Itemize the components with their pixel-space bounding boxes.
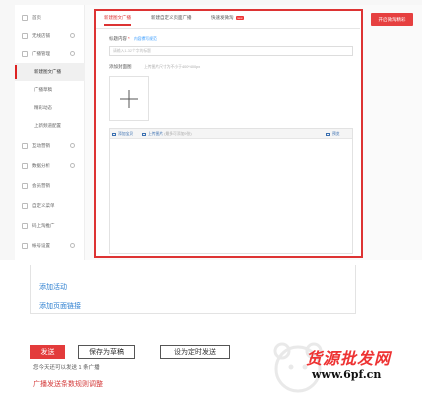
sidebar-item-wireless-store[interactable]: 无线店铺 xyxy=(15,27,85,45)
remaining-count-tip: 您今天还可以发送 1 条广播 xyxy=(33,365,100,371)
schedule-send-button[interactable]: 设为定时发送 xyxy=(160,345,230,359)
watermark-url: www.6pf.cn xyxy=(312,368,382,381)
expand-icon xyxy=(70,243,75,248)
sidebar-item-custom-menu[interactable]: 自定义菜单 xyxy=(15,197,85,215)
watermark: 货源批发网 www.6pf.cn xyxy=(250,335,422,400)
expand-icon xyxy=(70,33,75,38)
chart-icon xyxy=(22,163,28,169)
screenshot: 首页 无线店铺 广播管理 新建图文广播 广播草稿 精彩动态 上新频道配置 互动营… xyxy=(0,0,422,400)
account-icon xyxy=(22,243,28,249)
store-icon xyxy=(22,33,28,39)
upload-image-button[interactable]: 上传图片 (最多可添加9张) xyxy=(142,132,192,137)
editor-toolbar: 添加宝贝 上传图片 (最多可添加9张) 预览 xyxy=(110,129,352,139)
sidebar-item-interactive[interactable]: 互动营销 xyxy=(15,137,85,155)
open-weitao-button[interactable]: 开启微淘精彩 xyxy=(371,13,413,26)
broadcast-rule-link[interactable]: 广播发送条数规则调整 xyxy=(33,379,103,389)
broadcast-icon xyxy=(22,51,28,57)
add-page-link[interactable]: 添加页面链接 xyxy=(39,301,81,311)
send-button[interactable]: 发送 xyxy=(30,345,65,359)
add-product-button[interactable]: 添加宝贝 xyxy=(112,132,133,137)
editor-screenshot: 首页 无线店铺 广播管理 新建图文广播 广播草稿 精彩动态 上新频道配置 互动营… xyxy=(0,0,422,260)
sidebar-item-new-broadcast[interactable]: 新建图文广播 xyxy=(15,63,85,81)
home-icon xyxy=(22,15,28,21)
cover-label: 添加封面图 xyxy=(109,64,132,69)
image-icon xyxy=(142,132,146,137)
sidebar-item-drafts[interactable]: 广播草稿 xyxy=(15,81,85,99)
main-area: 新建图文广播 新建自定义页面广播 快速发微淘 new 标题内容* 内容撰写规范 请… xyxy=(85,5,422,260)
title-guideline-link[interactable]: 内容撰写规范 xyxy=(134,37,157,42)
content-editor[interactable]: 添加宝贝 上传图片 (最多可添加9张) 预览 xyxy=(109,128,353,254)
product-icon xyxy=(112,132,116,137)
tab-new-graphic-broadcast[interactable]: 新建图文广播 xyxy=(104,15,131,26)
title-label: 标题内容* xyxy=(109,36,130,41)
expand-icon xyxy=(70,163,75,168)
save-draft-button[interactable]: 保存为草稿 xyxy=(78,345,135,359)
member-icon xyxy=(22,183,28,189)
title-input[interactable]: 请输入1-32个字的标题 xyxy=(109,46,353,56)
sidebar-item-new-channel[interactable]: 上新频道配置 xyxy=(15,117,85,135)
plus-icon xyxy=(120,89,138,108)
sidebar-item-analytics[interactable]: 数据分析 xyxy=(15,157,85,175)
cover-hint: 上传图片尺寸为不小于400*400px xyxy=(144,65,201,69)
cover-upload-box[interactable] xyxy=(109,76,149,121)
preview-icon xyxy=(326,132,330,137)
sidebar-item-members[interactable]: 会员营销 xyxy=(15,177,85,195)
menu-icon xyxy=(22,203,28,209)
watermark-text: 货源批发网 xyxy=(306,349,392,368)
sidebar-item-qr-promo[interactable]: 码上淘推广 xyxy=(15,217,85,235)
new-badge: new xyxy=(235,15,245,20)
broadcast-editor-panel: 新建图文广播 新建自定义页面广播 快速发微淘 new 标题内容* 内容撰写规范 请… xyxy=(94,9,363,258)
sidebar-item-broadcast-manage[interactable]: 广播管理 xyxy=(15,45,85,63)
sidebar-item-account[interactable]: 帐号设置 xyxy=(15,237,85,255)
expand-icon xyxy=(70,143,75,148)
sidebar: 首页 无线店铺 广播管理 新建图文广播 广播草稿 精彩动态 上新频道配置 互动营… xyxy=(15,5,85,260)
tab-new-custom-page[interactable]: 新建自定义页面广播 xyxy=(151,15,192,21)
sidebar-item-highlights[interactable]: 精彩动态 xyxy=(15,99,85,117)
sidebar-item-home[interactable]: 首页 xyxy=(15,9,85,27)
add-activity-link[interactable]: 添加活动 xyxy=(39,282,67,292)
tab-bar: 新建图文广播 新建自定义页面广播 快速发微淘 new xyxy=(96,11,360,29)
tab-quick-post[interactable]: 快速发微淘 new xyxy=(211,15,245,21)
preview-button[interactable]: 预览 xyxy=(326,132,340,137)
collapse-icon xyxy=(70,51,75,56)
interactive-icon xyxy=(22,143,28,149)
qrcode-icon xyxy=(22,223,28,229)
required-mark: * xyxy=(128,36,130,41)
